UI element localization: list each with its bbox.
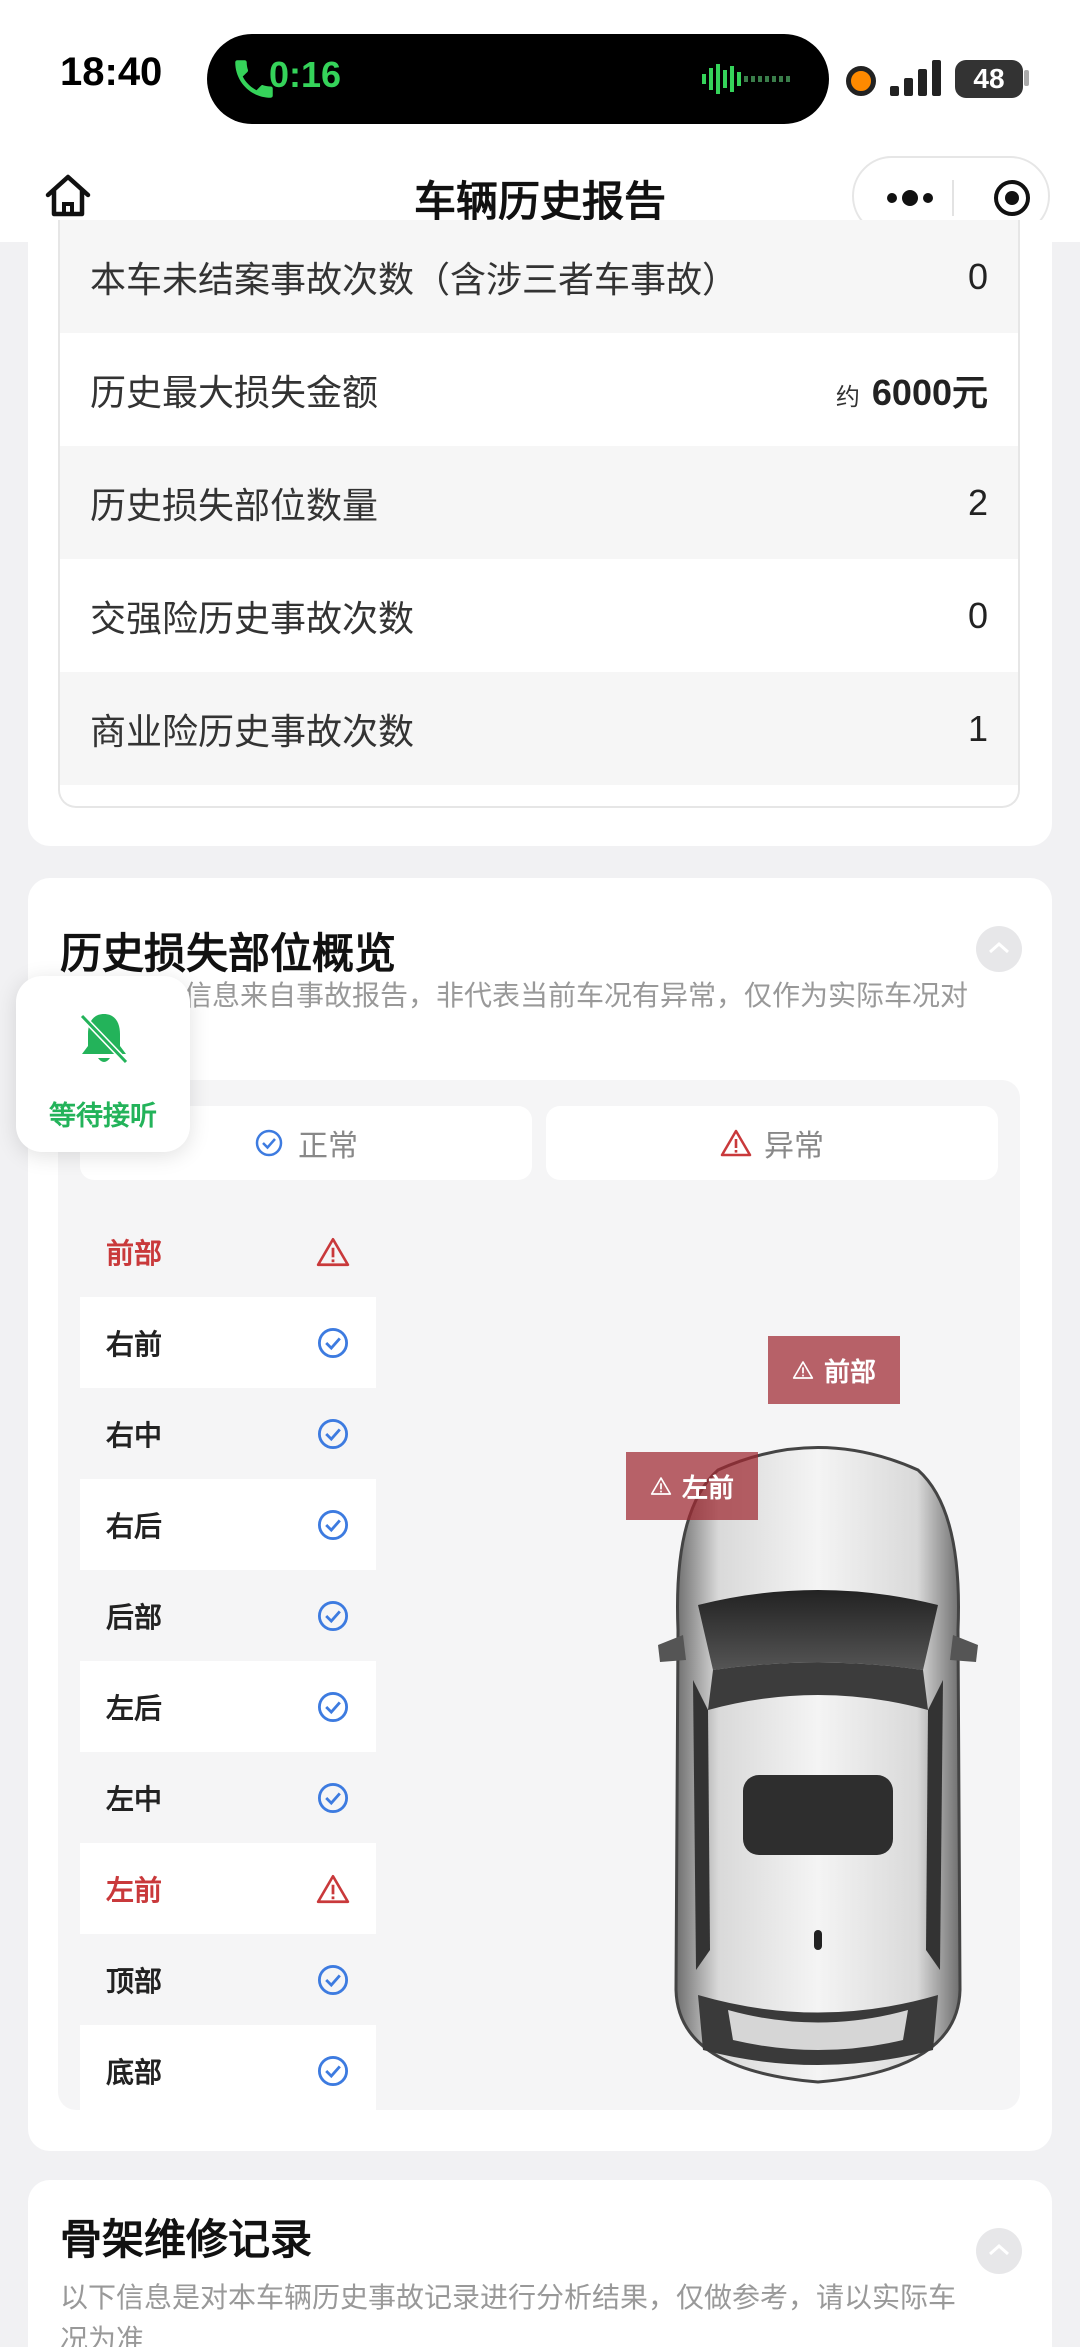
damage-tag-front: 前部	[768, 1336, 901, 1404]
check-circle-icon	[317, 1782, 349, 1813]
table-row: 交强险历史事故次数 0	[60, 559, 1018, 672]
legend-abnormal: 异常	[546, 1106, 998, 1180]
list-item: 左中	[80, 1752, 376, 1843]
part-name: 右后	[106, 1509, 163, 1543]
chevron-up-icon	[989, 941, 1009, 954]
list-item: 顶部	[80, 1934, 376, 2025]
close-program-icon[interactable]	[992, 178, 1032, 218]
more-icon[interactable]	[884, 188, 936, 208]
row-label: 商业险历史事故次数	[90, 711, 415, 753]
list-item: 底部	[80, 2025, 376, 2116]
section-subtitle: 信息来自事故报告，非代表当前车况有异常，仅作为实际车况对	[184, 979, 969, 1012]
collapse-button[interactable]	[976, 2228, 1022, 2274]
row-value: 1	[967, 707, 988, 749]
section-title: 骨架维修记录	[60, 2215, 313, 2264]
list-item: 右中	[80, 1388, 376, 1479]
check-circle-icon	[317, 1691, 349, 1722]
call-waiting-widget[interactable]: 等待接听	[16, 976, 190, 1152]
check-circle-icon	[317, 1418, 349, 1449]
check-circle-icon	[317, 2055, 349, 2086]
table-row: 历史最大损失金额 约 6000元	[60, 333, 1018, 446]
check-circle-icon	[254, 1128, 284, 1158]
audio-wave-icon	[702, 64, 790, 94]
section-subtitle: 以下信息是对本车辆历史事故记录进行分析结果，仅做参考，请以实际车	[60, 2281, 957, 2314]
row-label: 本车未结案事故次数（含涉三者车事故）	[90, 259, 739, 301]
warning-icon	[792, 1361, 814, 1379]
check-circle-icon	[317, 1964, 349, 1995]
warning-icon	[650, 1477, 672, 1495]
list-item: 前部	[80, 1206, 376, 1297]
table-row: 历史损失部位数量 2	[60, 446, 1018, 559]
check-circle-icon	[317, 1327, 349, 1358]
damage-part-list: 前部 右前 右中 右后 后部 左后 左中 左前 顶部 底部	[80, 1206, 376, 2116]
battery-tip	[1024, 70, 1029, 86]
max-loss-amount: 6000元	[871, 371, 988, 413]
row-value: 0	[967, 594, 988, 636]
call-pill[interactable]: 0:16	[207, 34, 829, 124]
call-duration: 0:16	[269, 54, 342, 95]
chevron-up-icon	[989, 2243, 1009, 2256]
battery-icon: 48	[955, 60, 1023, 98]
legend-normal-label: 正常	[298, 1129, 358, 1164]
section-title: 历史损失部位概览	[60, 929, 397, 978]
damage-tag-label: 前部	[824, 1357, 877, 1388]
collapse-button[interactable]	[976, 926, 1022, 972]
accident-summary-card: 本车未结案事故次数（含涉三者车事故） 0 历史最大损失金额 约 6000元 历史损…	[28, 220, 1052, 846]
list-item: 后部	[80, 1570, 376, 1661]
row-value: 约 6000元	[836, 364, 988, 416]
warning-icon	[720, 1128, 752, 1158]
warning-icon	[316, 1237, 350, 1266]
frame-repair-card: 骨架维修记录 以下信息是对本车辆历史事故记录进行分析结果，仅做参考，请以实际车 …	[28, 2180, 1052, 2347]
approx-prefix: 约	[835, 383, 860, 411]
recording-indicator-icon	[846, 66, 876, 96]
part-name: 顶部	[106, 1964, 163, 1998]
bell-muted-icon	[79, 1013, 129, 1065]
row-label: 历史损失部位数量	[90, 485, 379, 527]
warning-icon	[316, 1874, 350, 1903]
clock: 18:40	[60, 50, 163, 94]
capsule-divider	[952, 180, 954, 216]
list-item: 右前	[80, 1297, 376, 1388]
section-subtitle-line2: 况为准	[60, 2323, 145, 2347]
damage-tag-label: 左前	[682, 1473, 735, 1504]
part-name: 后部	[106, 1600, 163, 1634]
part-name: 左前	[106, 1873, 163, 1907]
signal-icon	[890, 60, 941, 96]
summary-table: 本车未结案事故次数（含涉三者车事故） 0 历史最大损失金额 约 6000元 历史损…	[58, 220, 1020, 808]
part-name: 左后	[106, 1691, 163, 1725]
damage-panel: 正常 异常 前部 右前 右中 右后 后部 左后 左中 左前 顶部 底部 前部 左…	[58, 1080, 1020, 2116]
car-top-view-image	[658, 1446, 978, 2084]
part-name: 左中	[106, 1782, 163, 1816]
check-circle-icon	[317, 1600, 349, 1631]
part-name: 右前	[106, 1327, 163, 1361]
part-name: 底部	[106, 2055, 163, 2089]
table-row: 商业险历史事故次数 1	[60, 672, 1018, 785]
check-circle-icon	[317, 1509, 349, 1540]
list-item: 左后	[80, 1661, 376, 1752]
row-label: 历史最大损失金额	[90, 372, 379, 414]
list-item: 右后	[80, 1479, 376, 1570]
list-item: 左前	[80, 1843, 376, 1934]
part-name: 右中	[106, 1418, 163, 1452]
table-row: 本车未结案事故次数（含涉三者车事故） 0	[60, 220, 1018, 333]
damage-tag-left-front: 左前	[626, 1452, 759, 1520]
legend-abnormal-label: 异常	[764, 1129, 824, 1164]
row-value: 2	[967, 481, 988, 523]
widget-label: 等待接听	[49, 1101, 157, 1132]
row-value: 0	[967, 255, 988, 297]
row-label: 交强险历史事故次数	[90, 598, 415, 640]
status-bar: 18:40 0:16 48	[0, 0, 1080, 150]
part-name: 前部	[106, 1236, 163, 1270]
